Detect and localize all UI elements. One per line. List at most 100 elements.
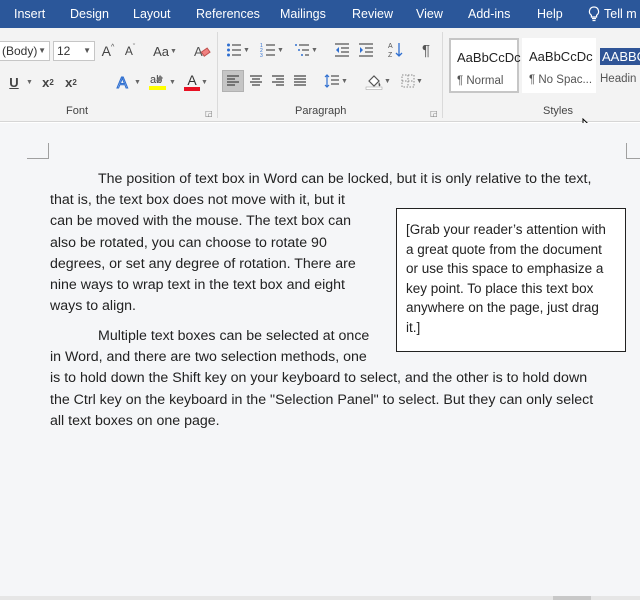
chevron-down-icon: ▼: [201, 78, 208, 86]
text-line: is to hold down the Shift key on your ke…: [50, 370, 588, 387]
style-normal-preview: AaBbCcDc: [457, 50, 521, 65]
tab-view[interactable]: View: [416, 0, 443, 28]
group-label-font: Font: [66, 105, 89, 117]
tab-help[interactable]: Help: [537, 0, 563, 28]
underline-label: U: [9, 74, 19, 90]
caret-up-icon: ^: [111, 43, 115, 51]
text-box-line: anywhere on the page, just drag: [406, 300, 599, 315]
tab-review[interactable]: Review: [352, 0, 393, 28]
style-heading[interactable]: AABBC Headin: [598, 38, 640, 93]
superscript-label: x: [65, 74, 73, 90]
font-color-icon: A: [184, 72, 201, 91]
chevron-down-icon: ▼: [26, 78, 33, 86]
tab-add-ins[interactable]: Add-ins: [468, 0, 510, 28]
chevron-down-icon: ▼: [134, 78, 141, 86]
paint-bucket-icon: [365, 72, 383, 90]
font-name-combo[interactable]: (Body) ▼: [0, 41, 50, 61]
align-right-icon: [271, 74, 285, 88]
chevron-down-icon: ▼: [384, 77, 391, 85]
scrollbar-thumb[interactable]: [553, 596, 591, 600]
justify-icon: [293, 74, 307, 88]
shrink-font-button[interactable]: Aˇ: [121, 41, 139, 61]
style-normal-name: ¶ Normal: [457, 75, 504, 87]
decrease-indent-button[interactable]: [331, 39, 353, 61]
bullets-button[interactable]: ▼: [222, 39, 254, 61]
group-separator: [217, 32, 218, 118]
increase-indent-button[interactable]: [355, 39, 377, 61]
justify-button[interactable]: [289, 70, 311, 92]
chevron-down-icon: ▼: [169, 47, 177, 55]
style-heading-name: Headin: [600, 73, 637, 85]
chevron-down-icon: ▼: [169, 78, 176, 86]
tell-me-search[interactable]: Tell m: [588, 0, 637, 28]
sort-icon: AZ: [388, 41, 404, 59]
font-color-button[interactable]: A ▼: [180, 71, 212, 93]
align-center-icon: [249, 74, 263, 88]
shading-button[interactable]: ▼: [362, 70, 394, 92]
increase-indent-icon: [358, 42, 374, 58]
font-size-combo[interactable]: 12 ▼: [53, 41, 95, 61]
change-case-button[interactable]: Aa ▼: [148, 41, 182, 61]
clear-formatting-button[interactable]: A: [191, 40, 213, 62]
svg-text:3: 3: [260, 53, 263, 58]
pilcrow-icon: ¶: [421, 41, 431, 59]
tab-design[interactable]: Design: [70, 0, 109, 28]
caret-down-icon: ˇ: [132, 43, 136, 51]
style-heading-preview: AABBC: [600, 48, 640, 65]
clear-formatting-icon: A: [193, 42, 211, 60]
crop-mark-left: [27, 143, 49, 159]
chevron-down-icon: ▼: [311, 46, 318, 54]
svg-text:A: A: [388, 43, 393, 50]
tab-layout[interactable]: Layout: [133, 0, 171, 28]
style-no-spacing-name: ¶ No Spac...: [529, 74, 593, 86]
align-left-icon: [226, 74, 240, 88]
paragraph-dialog-launcher[interactable]: ◲: [430, 109, 438, 118]
sort-button[interactable]: AZ: [385, 39, 407, 61]
font-color-label: A: [187, 72, 197, 88]
horizontal-scrollbar[interactable]: [0, 596, 640, 600]
subscript-button[interactable]: x2: [37, 72, 59, 92]
style-no-spacing[interactable]: AaBbCcDc ¶ No Spac...: [522, 38, 596, 93]
style-no-spacing-preview: AaBbCcDc: [529, 49, 593, 64]
text-box[interactable]: [Grab your reader’s attention with a gre…: [396, 208, 626, 352]
text-effects-button[interactable]: A ▼: [112, 71, 144, 93]
superscript-mark: 2: [72, 77, 77, 87]
multilevel-list-button[interactable]: ▼: [290, 39, 322, 61]
grow-font-button[interactable]: A ^: [99, 41, 117, 61]
group-separator: [442, 32, 443, 118]
ribbon-tab-bar: Insert Design Layout References Mailings…: [0, 0, 640, 28]
svg-text:A: A: [117, 75, 128, 91]
align-left-button[interactable]: [222, 70, 244, 92]
text-box-line: a great quote from the document: [406, 241, 602, 257]
borders-button[interactable]: ▼: [396, 70, 428, 92]
document-page[interactable]: The position of text box in Word can be …: [0, 123, 640, 600]
text-effects-icon: A: [115, 73, 133, 91]
font-size-value: 12: [57, 44, 71, 58]
font-color-swatch: [184, 87, 201, 91]
decrease-indent-icon: [334, 42, 350, 58]
align-center-button[interactable]: [245, 70, 267, 92]
chevron-down-icon: ▼: [83, 46, 91, 55]
highlight-color-button[interactable]: ab ▼: [145, 71, 179, 93]
chevron-down-icon: ▼: [416, 77, 423, 85]
font-dialog-launcher[interactable]: ◲: [205, 109, 213, 118]
chevron-down-icon: ▼: [243, 46, 250, 54]
shrink-font-label: A: [124, 44, 133, 58]
tab-references[interactable]: References: [196, 0, 260, 28]
underline-button[interactable]: U: [4, 72, 24, 92]
multilevel-list-icon: [294, 42, 310, 58]
show-formatting-button[interactable]: ¶: [415, 39, 437, 61]
tell-me-label: Tell m: [604, 7, 637, 21]
superscript-button[interactable]: x2: [60, 72, 82, 92]
chevron-down-icon: ▼: [341, 77, 348, 85]
tab-insert[interactable]: Insert: [14, 0, 45, 28]
tab-mailings[interactable]: Mailings: [280, 0, 326, 28]
numbering-button[interactable]: 123 ▼: [256, 39, 288, 61]
align-right-button[interactable]: [267, 70, 289, 92]
grow-font-label: A: [101, 43, 112, 59]
text-box-line: key point. To place this text box: [406, 280, 594, 296]
style-normal[interactable]: AaBbCcDc ¶ Normal: [449, 38, 521, 93]
line-spacing-icon: [324, 73, 340, 89]
underline-dropdown[interactable]: ▼: [24, 72, 34, 92]
line-spacing-button[interactable]: ▼: [320, 70, 352, 92]
